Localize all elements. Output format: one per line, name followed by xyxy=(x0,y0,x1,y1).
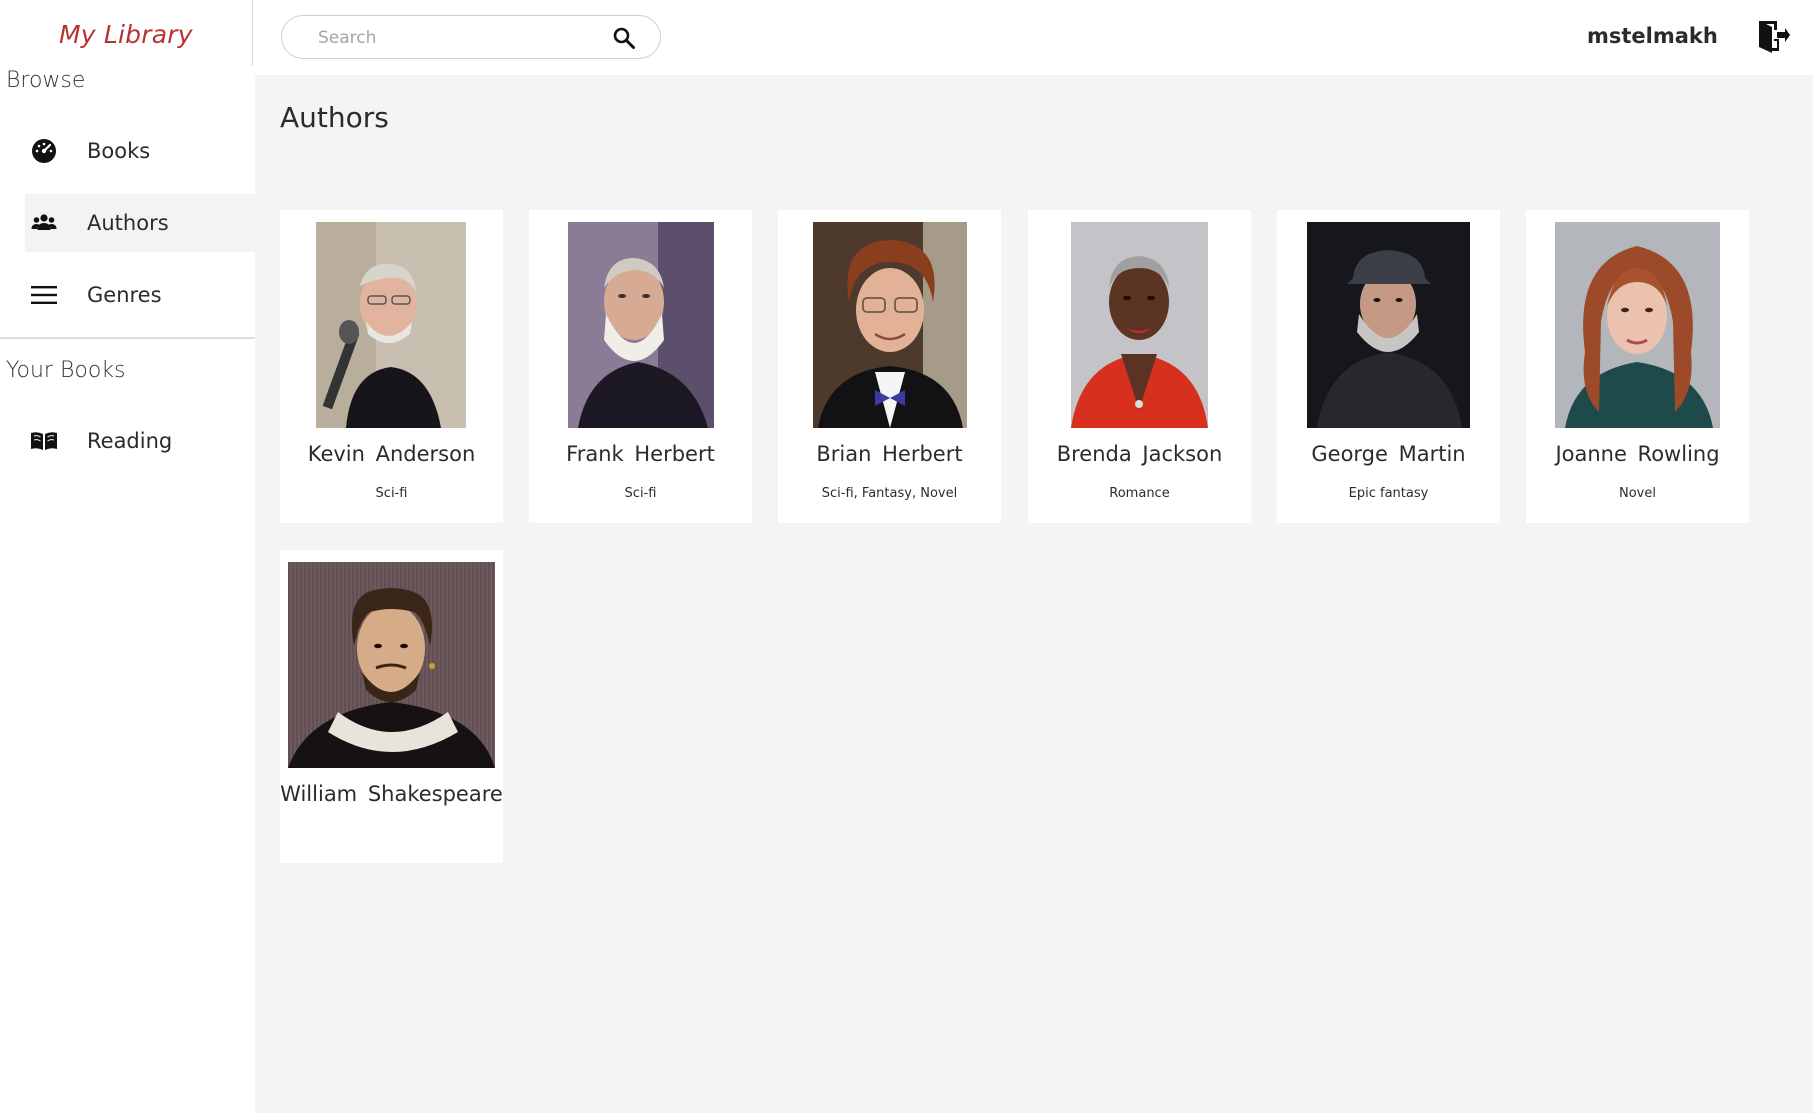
sidebar: My Library Browse Books Authors Genres Y… xyxy=(0,0,255,1113)
author-photo xyxy=(568,222,714,428)
search-input[interactable] xyxy=(318,26,598,50)
sidebar-divider xyxy=(0,337,255,339)
open-book-icon xyxy=(29,426,59,456)
author-photo xyxy=(1071,222,1208,428)
author-name: Brian Herbert xyxy=(816,442,963,466)
author-name: Kevin Anderson xyxy=(307,442,476,466)
author-genres: Epic fantasy xyxy=(1348,486,1429,501)
search-icon[interactable] xyxy=(612,26,636,50)
author-genres: Sci-fi, Fantasy, Novel xyxy=(821,486,958,501)
users-icon xyxy=(29,208,59,238)
author-name: William Shakespeare xyxy=(280,782,503,806)
author-card-frank-herbert[interactable]: Frank Herbert Sci-fi xyxy=(529,210,752,523)
author-name: Brenda Jackson xyxy=(1056,442,1223,466)
sidebar-item-genres[interactable]: Genres xyxy=(25,266,255,324)
gauge-icon xyxy=(29,136,59,166)
top-bar: mstelmakh xyxy=(255,0,1813,75)
main-content: Authors Kevin Anderson Sci-fi Frank Herb… xyxy=(255,75,1813,1113)
author-card-william-shakespeare[interactable]: William Shakespeare xyxy=(280,550,503,863)
author-genres: Novel xyxy=(1619,486,1656,501)
sidebar-item-label: Reading xyxy=(87,429,173,453)
browse-section-title: Browse xyxy=(6,68,86,93)
sidebar-item-label: Genres xyxy=(87,283,162,307)
author-card-joanne-rowling[interactable]: Joanne Rowling Novel xyxy=(1526,210,1749,523)
your-books-section-title: Your Books xyxy=(6,358,126,383)
author-photo xyxy=(316,222,466,428)
search-box xyxy=(281,15,661,59)
author-card-brian-herbert[interactable]: Brian Herbert Sci-fi, Fantasy, Novel xyxy=(778,210,1001,523)
author-card-kevin-anderson[interactable]: Kevin Anderson Sci-fi xyxy=(280,210,503,523)
author-card-george-martin[interactable]: George Martin Epic fantasy xyxy=(1277,210,1500,523)
app-logo[interactable]: My Library xyxy=(59,20,193,49)
author-name: Frank Herbert xyxy=(566,442,715,466)
author-genres: Sci-fi xyxy=(375,486,408,501)
list-icon xyxy=(29,280,59,310)
logo-area: My Library xyxy=(0,0,253,66)
author-genres: Romance xyxy=(1109,486,1170,501)
username[interactable]: mstelmakh xyxy=(1587,24,1718,48)
sidebar-item-authors[interactable]: Authors xyxy=(25,194,255,252)
author-photo xyxy=(1307,222,1470,428)
author-photo xyxy=(1555,222,1720,428)
author-name: Joanne Rowling xyxy=(1555,442,1720,466)
page-title: Authors xyxy=(280,101,389,134)
sidebar-item-label: Authors xyxy=(87,211,169,235)
sidebar-item-label: Books xyxy=(87,139,151,163)
author-photo xyxy=(288,562,495,768)
sidebar-item-books[interactable]: Books xyxy=(25,122,255,180)
author-genres: Sci-fi xyxy=(624,486,657,501)
sidebar-item-reading[interactable]: Reading xyxy=(25,412,255,470)
logout-door-icon[interactable] xyxy=(1755,18,1791,54)
author-photo xyxy=(813,222,967,428)
author-name: George Martin xyxy=(1311,442,1466,466)
author-card-brenda-jackson[interactable]: Brenda Jackson Romance xyxy=(1028,210,1251,523)
